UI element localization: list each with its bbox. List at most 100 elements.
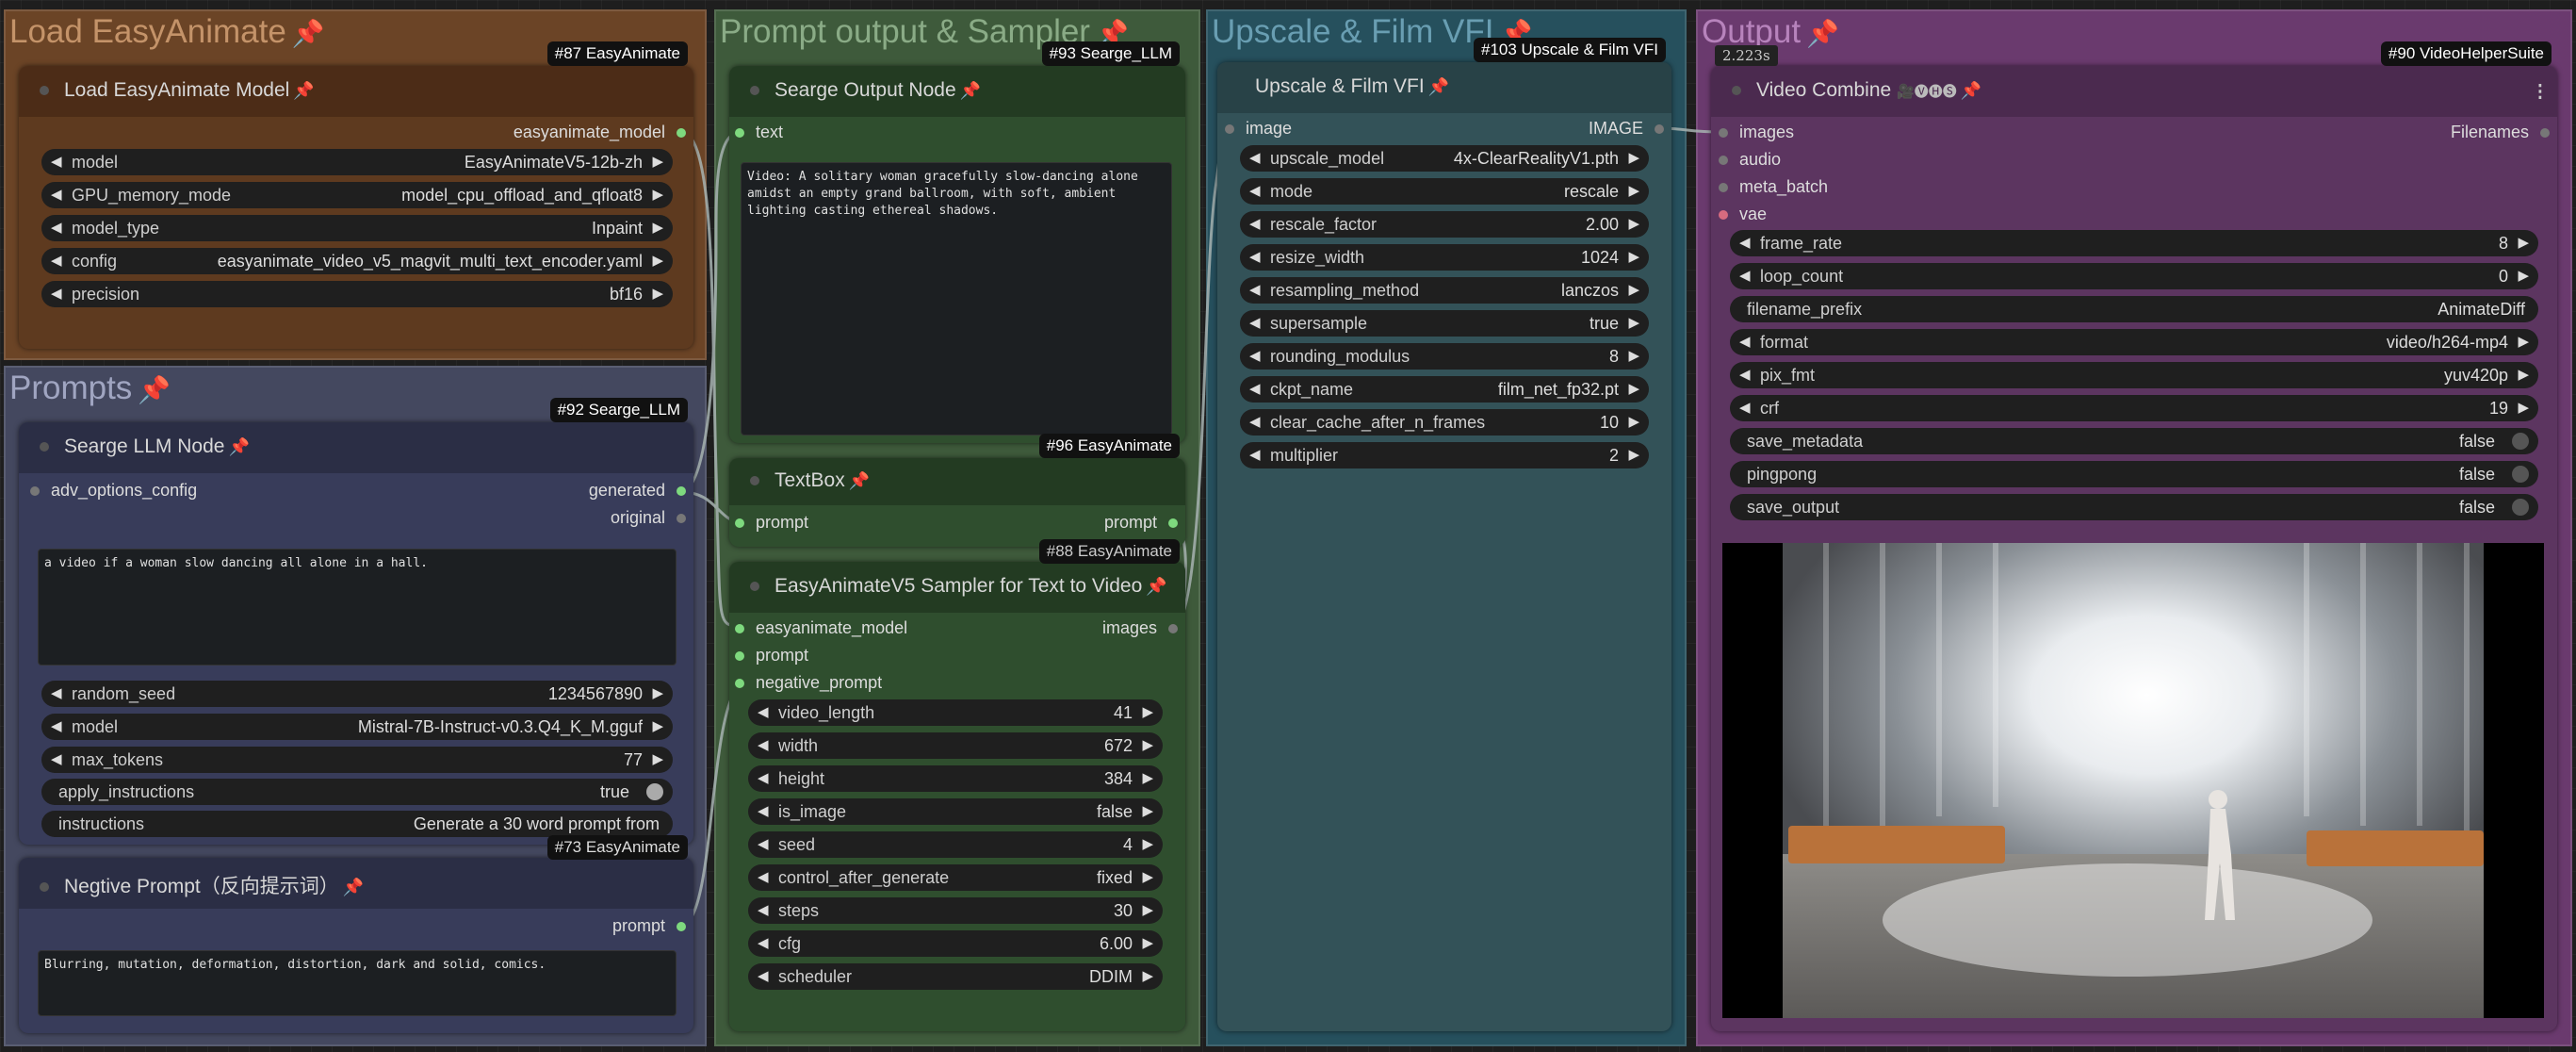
input-meta-batch[interactable]: meta_batch (1719, 177, 1828, 197)
node-easyanimate-sampler[interactable]: #88 EasyAnimate EasyAnimateV5 Sampler fo… (729, 539, 1185, 1031)
widget-instructions[interactable]: instructions Generate a 30 word prompt f… (41, 811, 673, 837)
widget-control-after-generate[interactable]: ◀ control_after_generate fixed ▶ (748, 864, 1163, 891)
decrement-arrow-icon[interactable]: ◀ (1739, 366, 1751, 383)
node-load-easyanimate-model[interactable]: #87 EasyAnimate Load EasyAnimate Model 📌 … (19, 41, 693, 349)
widget-scheduler[interactable]: ◀ scheduler DDIM ▶ (748, 963, 1163, 990)
pin-icon[interactable]: 📌 (228, 437, 249, 456)
decrement-arrow-icon[interactable]: ◀ (1739, 234, 1751, 251)
pin-icon[interactable]: 📌 (1146, 577, 1166, 596)
node-title[interactable]: Load EasyAnimate Model 📌 (40, 79, 315, 102)
increment-arrow-icon[interactable]: ▶ (652, 717, 663, 734)
decrement-arrow-icon[interactable]: ◀ (1739, 333, 1751, 350)
decrement-arrow-icon[interactable]: ◀ (758, 835, 769, 852)
widget-model[interactable]: ◀ model EasyAnimateV5-12b-zh ▶ (41, 149, 673, 175)
collapse-dot[interactable] (40, 86, 49, 96)
output-images[interactable]: images (1102, 618, 1178, 638)
widget-seed[interactable]: ◀ seed 4 ▶ (748, 831, 1163, 858)
decrement-arrow-icon[interactable]: ◀ (51, 750, 62, 767)
increment-arrow-icon[interactable]: ▶ (1628, 314, 1639, 331)
increment-arrow-icon[interactable]: ▶ (1628, 347, 1639, 364)
pin-icon[interactable]: 📌 (1428, 77, 1449, 96)
widget-cfg[interactable]: ◀ cfg 6.00 ▶ (748, 930, 1163, 957)
video-preview[interactable] (1722, 543, 2544, 1018)
widget-loop-count[interactable]: ◀ loop_count 0 ▶ (1730, 263, 2538, 289)
increment-arrow-icon[interactable]: ▶ (2518, 267, 2529, 284)
decrement-arrow-icon[interactable]: ◀ (1249, 215, 1261, 232)
decrement-arrow-icon[interactable]: ◀ (1249, 413, 1261, 430)
decrement-arrow-icon[interactable]: ◀ (1249, 149, 1261, 166)
negative-prompt-textarea[interactable]: Blurring, mutation, deformation, distort… (38, 950, 677, 1016)
increment-arrow-icon[interactable]: ▶ (1628, 413, 1639, 430)
node-title[interactable]: Searge Output Node 📌 (750, 79, 981, 102)
decrement-arrow-icon[interactable]: ◀ (758, 736, 769, 753)
widget-frame-rate[interactable]: ◀ frame_rate 8 ▶ (1730, 230, 2538, 256)
decrement-arrow-icon[interactable]: ◀ (1249, 281, 1261, 298)
widget-multiplier[interactable]: ◀ multiplier 2 ▶ (1240, 442, 1649, 468)
node-title[interactable]: Video Combine 🎥🅥🅗🅢 📌 (1732, 79, 1981, 102)
increment-arrow-icon[interactable]: ▶ (1142, 835, 1153, 852)
widget-model[interactable]: ◀ model Mistral-7B-Instruct-v0.3.Q4_K_M.gg… (41, 714, 673, 740)
decrement-arrow-icon[interactable]: ◀ (758, 868, 769, 885)
widget-filename-prefix[interactable]: filename_prefix AnimateDiff (1730, 296, 2538, 322)
increment-arrow-icon[interactable]: ▶ (1142, 967, 1153, 984)
node-negative-prompt[interactable]: #73 EasyAnimate Negtive Prompt（反向提示词） 📌 p… (19, 835, 693, 1033)
increment-arrow-icon[interactable]: ▶ (1628, 380, 1639, 397)
decrement-arrow-icon[interactable]: ◀ (51, 684, 62, 701)
increment-arrow-icon[interactable]: ▶ (1142, 934, 1153, 951)
increment-arrow-icon[interactable]: ▶ (1628, 149, 1639, 166)
decrement-arrow-icon[interactable]: ◀ (1249, 182, 1261, 199)
widget-save-metadata[interactable]: save_metadata false (1730, 428, 2538, 454)
increment-arrow-icon[interactable]: ▶ (2518, 366, 2529, 383)
widget-is-image[interactable]: ◀ is_image false ▶ (748, 798, 1163, 825)
decrement-arrow-icon[interactable]: ◀ (51, 186, 62, 203)
decrement-arrow-icon[interactable]: ◀ (1739, 399, 1751, 416)
decrement-arrow-icon[interactable]: ◀ (51, 285, 62, 302)
increment-arrow-icon[interactable]: ▶ (1142, 868, 1153, 885)
node-textbox[interactable]: #96 EasyAnimate TextBox 📌 prompt prompt (729, 434, 1185, 547)
searge-output-textarea[interactable]: Video: A solitary woman gracefully slow-… (741, 162, 1172, 436)
widget-save-output[interactable]: save_output false (1730, 494, 2538, 520)
increment-arrow-icon[interactable]: ▶ (652, 285, 663, 302)
node-upscale-film-vfi[interactable]: #103 Upscale & Film VFI Upscale & Film V… (1217, 38, 1671, 1031)
widget-resampling-method[interactable]: ◀ resampling_method lanczos ▶ (1240, 277, 1649, 304)
widget-rescale-factor[interactable]: ◀ rescale_factor 2.00 ▶ (1240, 211, 1649, 238)
collapse-dot[interactable] (40, 442, 49, 452)
widget-crf[interactable]: ◀ crf 19 ▶ (1730, 395, 2538, 421)
input-prompt[interactable]: prompt (735, 513, 808, 533)
input-vae[interactable]: vae (1719, 205, 1767, 224)
widget-upscale-model[interactable]: ◀ upscale_model 4x-ClearRealityV1.pth ▶ (1240, 145, 1649, 172)
decrement-arrow-icon[interactable]: ◀ (758, 901, 769, 918)
decrement-arrow-icon[interactable]: ◀ (51, 153, 62, 170)
widget-pingpong[interactable]: pingpong false (1730, 461, 2538, 487)
widget-mode[interactable]: ◀ mode rescale ▶ (1240, 178, 1649, 205)
widget-video-length[interactable]: ◀ video_length 41 ▶ (748, 699, 1163, 726)
widget-precision[interactable]: ◀ precision bf16 ▶ (41, 281, 673, 307)
output-filenames[interactable]: Filenames (2451, 123, 2550, 142)
decrement-arrow-icon[interactable]: ◀ (758, 769, 769, 786)
input-audio[interactable]: audio (1719, 150, 1781, 170)
kebab-menu-icon[interactable]: ⁝ (2536, 77, 2544, 107)
decrement-arrow-icon[interactable]: ◀ (758, 967, 769, 984)
collapse-dot[interactable] (40, 882, 49, 893)
output-image[interactable]: IMAGE (1589, 119, 1664, 139)
decrement-arrow-icon[interactable]: ◀ (51, 252, 62, 269)
output-prompt[interactable]: prompt (1104, 513, 1178, 533)
node-title[interactable]: Negtive Prompt（反向提示词） 📌 (40, 871, 364, 899)
widget-pix-fmt[interactable]: ◀ pix_fmt yuv420p ▶ (1730, 362, 2538, 388)
increment-arrow-icon[interactable]: ▶ (1628, 281, 1639, 298)
pin-icon[interactable]: 📌 (1961, 81, 1981, 100)
decrement-arrow-icon[interactable]: ◀ (1249, 347, 1261, 364)
input-negative-prompt[interactable]: negative_prompt (735, 673, 882, 693)
widget-steps[interactable]: ◀ steps 30 ▶ (748, 897, 1163, 924)
decrement-arrow-icon[interactable]: ◀ (758, 802, 769, 819)
widget-supersample[interactable]: ◀ supersample true ▶ (1240, 310, 1649, 337)
input-adv-options-config[interactable]: adv_options_config (30, 481, 197, 501)
output-original[interactable]: original (611, 508, 686, 528)
widget-ckpt-name[interactable]: ◀ ckpt_name film_net_fp32.pt ▶ (1240, 376, 1649, 403)
decrement-arrow-icon[interactable]: ◀ (758, 703, 769, 720)
output-easyanimate-model[interactable]: easyanimate_model (514, 123, 686, 142)
node-searge-llm[interactable]: #92 Searge_LLM Searge LLM Node 📌 adv_opti… (19, 398, 693, 845)
collapse-dot[interactable] (750, 582, 759, 592)
widget-config[interactable]: ◀ config easyanimate_video_v5_magvit_multi… (41, 248, 673, 274)
node-title[interactable]: TextBox 📌 (750, 469, 870, 492)
